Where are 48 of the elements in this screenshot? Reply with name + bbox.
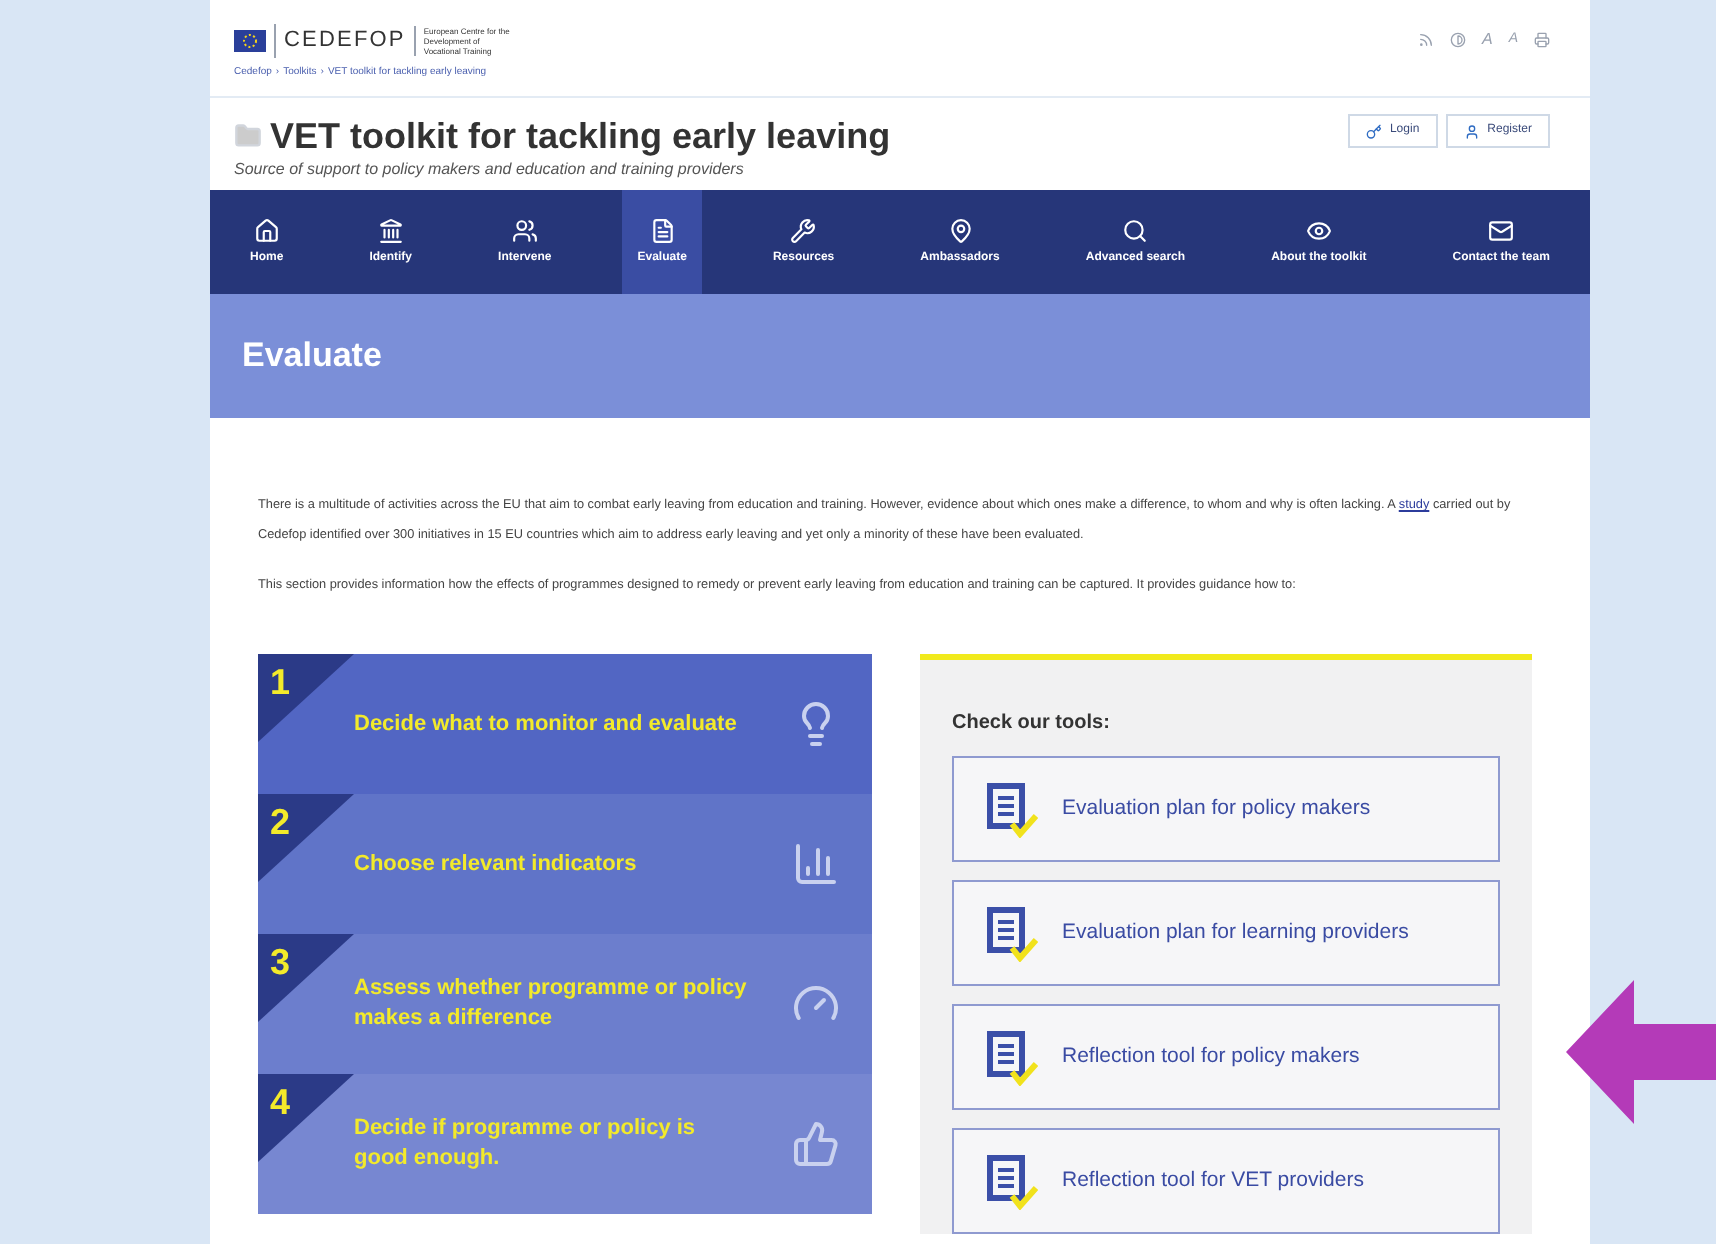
search-icon <box>1122 217 1149 243</box>
folder-icon <box>234 122 262 150</box>
print-icon[interactable] <box>1534 32 1550 48</box>
bar-chart-icon <box>792 840 840 888</box>
eye-icon <box>1305 217 1332 243</box>
document-icon <box>649 217 676 243</box>
corner-triangle-icon <box>258 934 354 1022</box>
wrench-icon <box>790 217 817 243</box>
step-text: Decide what to monitor and evaluate <box>354 709 739 739</box>
step-card[interactable]: 1 Decide what to monitor and evaluate <box>258 654 872 794</box>
step-card[interactable]: 4 Decide if programme or policy is good enough. <box>258 1074 872 1214</box>
step-text: Choose relevant indicators <box>354 849 639 879</box>
checklist-icon <box>986 1029 1038 1085</box>
step-number: 4 <box>270 1080 291 1126</box>
user-icon <box>1463 123 1480 139</box>
tool-link[interactable]: Evaluation plan for policy makers <box>952 756 1500 862</box>
envelope-icon <box>1488 217 1515 243</box>
step-number: 1 <box>270 660 291 706</box>
flag-icon <box>234 29 266 52</box>
pin-icon <box>947 217 973 243</box>
tool-link[interactable]: Evaluation plan for learning providers <box>952 880 1500 986</box>
key-icon <box>1365 123 1382 139</box>
rss-icon[interactable] <box>1417 32 1434 48</box>
site-subtitle: Source of support to policy makers and education and training providers <box>234 158 746 182</box>
logo-text[interactable]: CEDEFOP <box>274 24 406 57</box>
step-text: Decide if programme or policy is good enough. <box>354 1114 698 1174</box>
page-title: Evaluate <box>242 334 382 379</box>
left-arrow-icon <box>1566 980 1716 1124</box>
corner-triangle-icon <box>258 794 354 882</box>
building-icon <box>377 217 404 243</box>
house-icon <box>253 217 280 243</box>
step-number: 2 <box>270 800 291 846</box>
checklist-icon <box>986 781 1038 837</box>
checklist-icon <box>986 1153 1038 1209</box>
corner-triangle-icon <box>258 654 354 742</box>
checklist-icon <box>986 905 1038 961</box>
tool-link[interactable]: Reflection tool for VET providers <box>952 1128 1500 1234</box>
step-card[interactable]: 2 Choose relevant indicators <box>258 794 872 934</box>
step-card[interactable]: 3 Assess whether programme or policy makes a difference <box>258 934 872 1074</box>
step-number: 3 <box>270 940 291 986</box>
step-text: Assess whether programme or policy makes a difference <box>354 974 749 1034</box>
people-icon <box>511 217 538 243</box>
tools-heading: Check our tools: <box>952 710 1112 738</box>
contrast-icon[interactable] <box>1449 32 1466 48</box>
thumbs-up-icon <box>792 1120 840 1168</box>
site-title: VET toolkit for tackling early leaving <box>270 114 891 158</box>
tool-link[interactable]: Reflection tool for policy makers <box>952 1004 1500 1110</box>
corner-triangle-icon <box>258 1074 354 1162</box>
